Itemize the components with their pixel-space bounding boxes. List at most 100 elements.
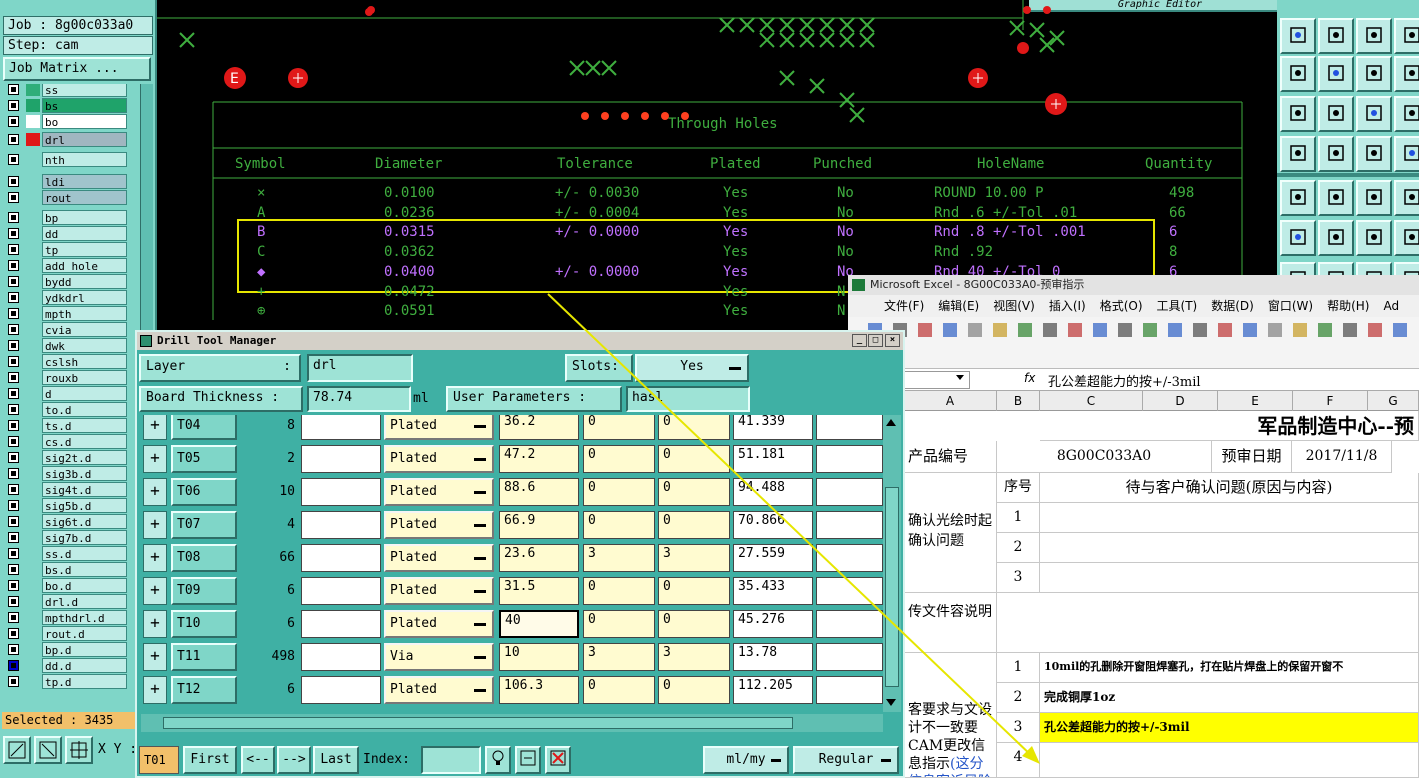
tool-param-field[interactable]	[301, 544, 381, 572]
fx-icon[interactable]: fx	[1024, 371, 1035, 385]
drill-table-scrollbar[interactable]	[883, 415, 901, 712]
tool-type-select[interactable]: Plated	[384, 511, 494, 539]
right-icon[interactable]	[1318, 56, 1354, 92]
tool-tol-plus-field[interactable]: 3	[583, 544, 655, 572]
flip-icon[interactable]	[1356, 56, 1392, 92]
zoom-fit-icon[interactable]	[3, 736, 31, 764]
tool-tol-plus-field[interactable]: 0	[583, 577, 655, 605]
tool-finish-size-field[interactable]: 35.433	[733, 577, 813, 605]
rotate-icon[interactable]	[1394, 96, 1419, 132]
file-cell[interactable]	[997, 593, 1419, 653]
tool-tol-minus-field[interactable]: 0	[658, 415, 730, 440]
tool-name-button[interactable]: T09	[171, 577, 237, 605]
layer-checkbox[interactable]	[8, 564, 19, 575]
layer-row[interactable]: ts.d	[4, 418, 140, 433]
tool-drill-size-field[interactable]: 31.5	[499, 577, 579, 605]
tool-tol-minus-field[interactable]: 0	[658, 478, 730, 506]
layer-row[interactable]: bo	[4, 114, 140, 129]
tool-row[interactable]: + T10 6 Plated 40 0 0 45.276	[141, 608, 883, 641]
layer-checkbox[interactable]	[8, 244, 19, 255]
layer-checkbox[interactable]	[8, 420, 19, 431]
tool-extra-field[interactable]	[816, 676, 883, 704]
tool-drill-size-field[interactable]: 47.2	[499, 445, 579, 473]
crosshair-icon[interactable]	[65, 736, 93, 764]
excel-menu-item[interactable]: 插入(I)	[1049, 299, 1086, 313]
layer-row[interactable]: ydkdrl	[4, 290, 140, 305]
tool-param-field[interactable]	[301, 445, 381, 473]
layer-row[interactable]: bp	[4, 210, 140, 225]
layers-icon[interactable]	[1394, 136, 1419, 172]
cancel-icon[interactable]	[545, 746, 571, 774]
zoom-area-icon[interactable]	[34, 736, 62, 764]
last-button[interactable]: Last	[313, 746, 359, 774]
layer-row[interactable]: tp	[4, 242, 140, 257]
tool-row[interactable]: + T08 66 Plated 23.6 3 3 27.559	[141, 542, 883, 575]
layer-checkbox[interactable]	[8, 356, 19, 367]
layer-checkbox[interactable]	[8, 116, 19, 127]
layer-checkbox[interactable]	[8, 276, 19, 287]
tool-tol-minus-field[interactable]: 0	[658, 610, 730, 638]
excel-menu-item[interactable]: Ad	[1383, 299, 1399, 313]
layer-checkbox[interactable]	[8, 500, 19, 511]
layer-checkbox[interactable]	[8, 212, 19, 223]
layer-row[interactable]: sig6t.d	[4, 514, 140, 529]
tool-extra-field[interactable]	[816, 478, 883, 506]
layer-checkbox[interactable]	[8, 134, 19, 145]
layer-row[interactable]: mpthdrl.d	[4, 610, 140, 625]
index-field[interactable]	[421, 746, 481, 774]
layer-checkbox[interactable]	[8, 260, 19, 271]
tool-tol-plus-field[interactable]: 0	[583, 511, 655, 539]
tool-drill-size-field[interactable]: 36.2	[499, 415, 579, 440]
layer-row[interactable]: bs	[4, 98, 140, 113]
left-icon[interactable]	[1280, 56, 1316, 92]
excel-menu-item[interactable]: 文件(F)	[884, 299, 924, 313]
tool-row[interactable]: + T07 4 Plated 66.9 0 0 70.866	[141, 509, 883, 542]
tool-finish-size-field[interactable]: 41.339	[733, 415, 813, 440]
tool-param-field[interactable]	[301, 643, 381, 671]
excel-menu-item[interactable]: 格式(O)	[1100, 299, 1143, 313]
tool-extra-field[interactable]	[816, 610, 883, 638]
mode-select[interactable]: Regular	[793, 746, 899, 774]
probe-icon[interactable]	[1394, 220, 1419, 256]
tool-drill-size-field[interactable]: 23.6	[499, 544, 579, 572]
tool-finish-size-field[interactable]: 94.488	[733, 478, 813, 506]
scale-icon[interactable]	[1356, 96, 1392, 132]
prev-button[interactable]: <--	[241, 746, 275, 774]
net-icon[interactable]	[1280, 220, 1316, 256]
layer-checkbox[interactable]	[8, 154, 19, 165]
tool-drill-size-field[interactable]: 10	[499, 643, 579, 671]
column-header[interactable]: G	[1368, 391, 1419, 411]
fit-icon[interactable]	[1280, 96, 1316, 132]
confirm-cell-2[interactable]	[1040, 533, 1419, 563]
minimize-icon[interactable]: _	[852, 334, 867, 347]
tool-tol-minus-field[interactable]: 3	[658, 544, 730, 572]
ruler-icon[interactable]	[1356, 180, 1392, 216]
snap-icon[interactable]	[1280, 136, 1316, 172]
date-value[interactable]: 2017/11/8	[1292, 441, 1392, 473]
layer-checkbox[interactable]	[8, 548, 19, 559]
layer-row[interactable]: drl.d	[4, 594, 140, 609]
move-icon[interactable]	[1318, 96, 1354, 132]
layer-checkbox[interactable]	[8, 192, 19, 203]
excel-menu-item[interactable]: 工具(T)	[1157, 299, 1198, 313]
req-cell-3[interactable]: 孔公差超能力的按+/-3mil	[1040, 713, 1419, 743]
layer-row[interactable]: rout.d	[4, 626, 140, 641]
tool-row[interactable]: + T12 6 Plated 106.3 0 0 112.205	[141, 674, 883, 707]
tool-row[interactable]: + T11 498 Via 10 3 3 13.78	[141, 641, 883, 674]
tool-param-field[interactable]	[301, 577, 381, 605]
tool-type-select[interactable]: Plated	[384, 544, 494, 572]
tool-name-button[interactable]: T11	[171, 643, 237, 671]
name-box-dropdown-icon[interactable]	[956, 375, 964, 380]
req-cell-1[interactable]: 10mil的孔删除开窗阻焊塞孔，打在贴片焊盘上的保留开窗不	[1040, 653, 1419, 683]
layer-row[interactable]: cvia	[4, 322, 140, 337]
layer-row[interactable]: ldi	[4, 174, 140, 189]
column-header[interactable]: E	[1218, 391, 1293, 411]
tool-tol-minus-field[interactable]: 0	[658, 676, 730, 704]
layer-row[interactable]: bp.d	[4, 642, 140, 657]
tool-finish-size-field[interactable]: 13.78	[733, 643, 813, 671]
tool-tol-plus-field[interactable]: 0	[583, 676, 655, 704]
tool-type-select[interactable]: Plated	[384, 577, 494, 605]
tool-name-button[interactable]: T05	[171, 445, 237, 473]
tool-tol-plus-field[interactable]: 0	[583, 610, 655, 638]
layer-row[interactable]: to.d	[4, 402, 140, 417]
